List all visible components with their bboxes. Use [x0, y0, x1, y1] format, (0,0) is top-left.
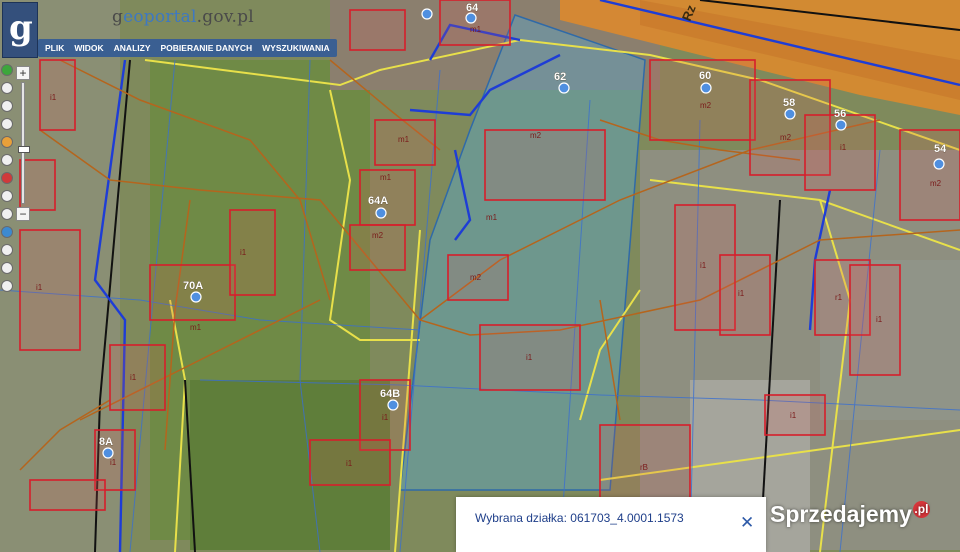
site-title: geoportal.gov.pl	[112, 7, 254, 27]
building-label: i1	[50, 93, 57, 102]
layers-icon[interactable]	[1, 118, 13, 130]
zoom-out-button[interactable]: −	[16, 207, 30, 221]
settings-icon[interactable]	[1, 280, 13, 292]
geoportal-logo[interactable]: g	[2, 2, 38, 58]
building-label: m1	[380, 173, 392, 182]
app-header: g geoportal.gov.pl PLIK WIDOK ANALIZY PO…	[0, 0, 340, 60]
pin-icon[interactable]	[1, 172, 13, 184]
menu-plik[interactable]: PLIK	[45, 43, 64, 53]
site-title-accent: eoportal	[123, 7, 197, 27]
measure-icon[interactable]	[1, 100, 13, 112]
building-label: m2	[372, 231, 384, 240]
address-56: 56	[834, 108, 846, 120]
building-label: m2	[780, 133, 792, 142]
zoom-in-button[interactable]: +	[16, 66, 30, 80]
hand-icon[interactable]	[1, 82, 13, 94]
address-62: 62	[554, 71, 566, 83]
building-label: i1	[110, 458, 117, 467]
address-8a: 8A	[99, 436, 113, 448]
watermark-text: Sprzedajemy	[770, 501, 912, 527]
watermark-suffix: .pl	[912, 501, 930, 518]
building-label: i1	[240, 248, 247, 257]
building-label: i1	[526, 353, 533, 362]
zoom-control: + −	[16, 66, 30, 222]
menu-analizy[interactable]: ANALIZY	[114, 43, 151, 53]
address-64: 64	[466, 2, 479, 14]
ruler-icon[interactable]	[1, 190, 13, 202]
building-label: i1	[346, 459, 353, 468]
building-label: i1	[790, 411, 797, 420]
building-label: i1	[840, 143, 847, 152]
menu-pobieranie-danych[interactable]: POBIERANIE DANYCH	[161, 43, 253, 53]
building-label: r1	[835, 293, 843, 302]
site-title-prefix: g	[112, 7, 124, 27]
building-label: m1	[486, 213, 498, 222]
zoom-slider-handle[interactable]	[18, 146, 30, 153]
building-label: m1	[398, 135, 410, 144]
building-label: m2	[530, 131, 542, 140]
site-title-suffix: .gov.pl	[196, 7, 254, 27]
building-label: i1	[876, 315, 883, 324]
address-58: 58	[783, 97, 795, 109]
selected-parcel-popup: Wybrana działka: 061703_4.0001.1573 ✕	[456, 497, 766, 552]
building-label: i1	[36, 283, 43, 292]
main-menu: PLIK WIDOK ANALIZY POBIERANIE DANYCH WYS…	[38, 39, 337, 57]
building-label: m2	[700, 101, 712, 110]
building-label: i1	[700, 261, 707, 270]
close-icon[interactable]: ✕	[740, 514, 754, 531]
share-icon[interactable]	[1, 262, 13, 274]
building-label: i1	[382, 413, 389, 422]
menu-wyszukiwania[interactable]: WYSZUKIWANIA	[262, 43, 330, 53]
info-icon[interactable]	[1, 64, 13, 76]
building-label: i1	[738, 289, 745, 298]
left-toolbar	[0, 64, 13, 298]
building-label: m2	[930, 179, 942, 188]
address-64b: 64B	[380, 388, 400, 400]
draw-icon[interactable]	[1, 136, 13, 148]
search-icon[interactable]	[1, 208, 13, 220]
building-label: rB	[640, 463, 648, 472]
address-64a: 64A	[368, 195, 388, 207]
building-label: m1	[470, 25, 482, 34]
globe-icon[interactable]	[1, 226, 13, 238]
map-canvas[interactable]: 64 62 60 58 56 54 64A 70A 64B 8A m1 m2 m…	[0, 0, 960, 552]
address-54: 54	[934, 143, 947, 155]
sprzedajemy-watermark: Sprzedajemy .pl	[770, 501, 930, 528]
menu-widok[interactable]: WIDOK	[74, 43, 103, 53]
building-label: m2	[470, 273, 482, 282]
logo-letter: g	[9, 8, 33, 48]
select-icon[interactable]	[1, 154, 13, 166]
address-60: 60	[699, 70, 711, 82]
building-label: m1	[190, 323, 202, 332]
address-70a: 70A	[183, 280, 203, 292]
selected-parcel-label: Wybrana działka: 061703_4.0001.1573	[475, 511, 684, 525]
zoom-slider[interactable]	[18, 82, 30, 204]
building-label: i1	[130, 373, 137, 382]
print-icon[interactable]	[1, 244, 13, 256]
